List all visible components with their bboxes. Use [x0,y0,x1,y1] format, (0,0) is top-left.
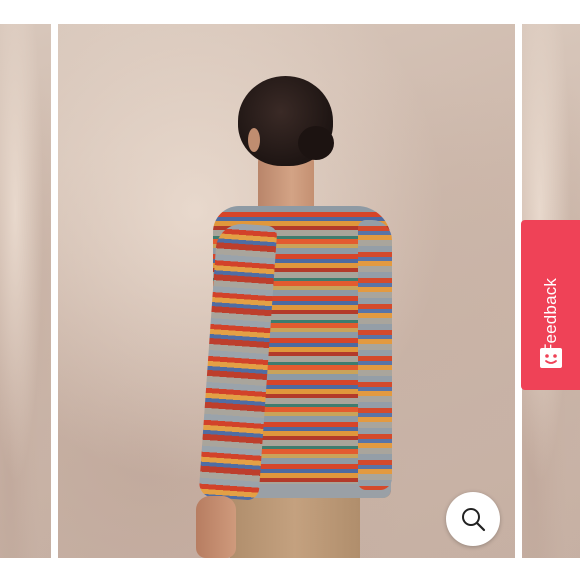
magnifier-icon [462,508,486,532]
feedback-label: Feedback [540,277,560,355]
sweater-sleeve-right [358,220,392,490]
smiley-face-icon [540,348,562,368]
product-image-main[interactable] [58,24,515,558]
model-ear [248,128,260,152]
model-wearing-fair-isle-sweater [58,24,515,558]
product-image-carousel[interactable] [0,0,580,580]
previous-product-image[interactable] [0,24,51,558]
hair-bun [298,126,334,160]
model-hand [196,496,236,558]
feedback-tab[interactable]: Feedback [521,220,580,390]
zoom-button[interactable] [446,492,500,546]
